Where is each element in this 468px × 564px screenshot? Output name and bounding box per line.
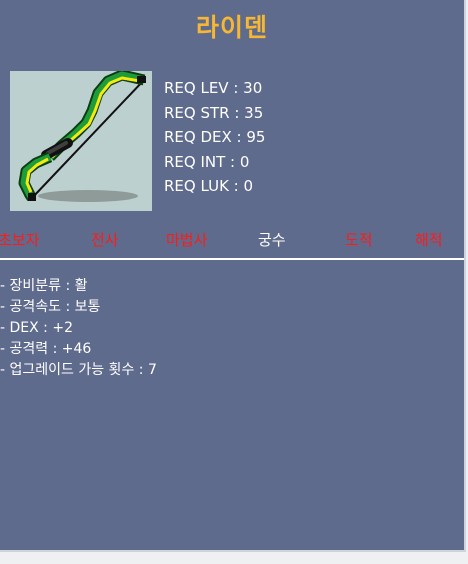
requirements-list: REQ LEV : 30 REQ STR : 35 REQ DEX : 95 R… <box>164 76 265 199</box>
item-tooltip: 라이덴 REQ LEV : 30 REQ STR : 35 REQ DEX : … <box>0 0 466 552</box>
divider <box>0 258 464 260</box>
stat-equipment-type: - 장비분류 : 활 <box>0 278 88 294</box>
stat-attack-speed: - 공격속도 : 보통 <box>0 299 101 315</box>
req-str: REQ STR : 35 <box>164 103 264 122</box>
class-magician: 마법사 <box>166 231 208 249</box>
stat-attack-power: - 공격력 : +46 <box>0 341 92 357</box>
req-luk: REQ LUK : 0 <box>164 177 254 195</box>
item-name: 라이덴 <box>195 13 268 42</box>
req-int: REQ INT : 0 <box>164 152 250 171</box>
class-beginner: 초보자 <box>0 231 40 249</box>
class-warrior: 전사 <box>91 231 119 249</box>
job-class-row: 초보자 전사 마법사 궁수 도적 해적 <box>0 229 464 253</box>
class-bowman: 궁수 <box>258 231 286 249</box>
stat-dex: - DEX : +2 <box>0 320 73 336</box>
class-thief: 도적 <box>345 231 373 249</box>
bow-icon <box>18 69 146 202</box>
class-pirate: 해적 <box>415 231 443 249</box>
req-level: REQ LEV : 30 <box>164 79 263 97</box>
item-image-frame <box>10 69 152 211</box>
stats-list: - 장비분류 : 활 - 공격속도 : 보통 - DEX : +2 - 공격력 … <box>0 276 157 381</box>
req-dex: REQ DEX : 95 <box>164 128 266 146</box>
stat-upgrade-slots: - 업그레이드 가능 횟수 : 7 <box>0 362 157 378</box>
